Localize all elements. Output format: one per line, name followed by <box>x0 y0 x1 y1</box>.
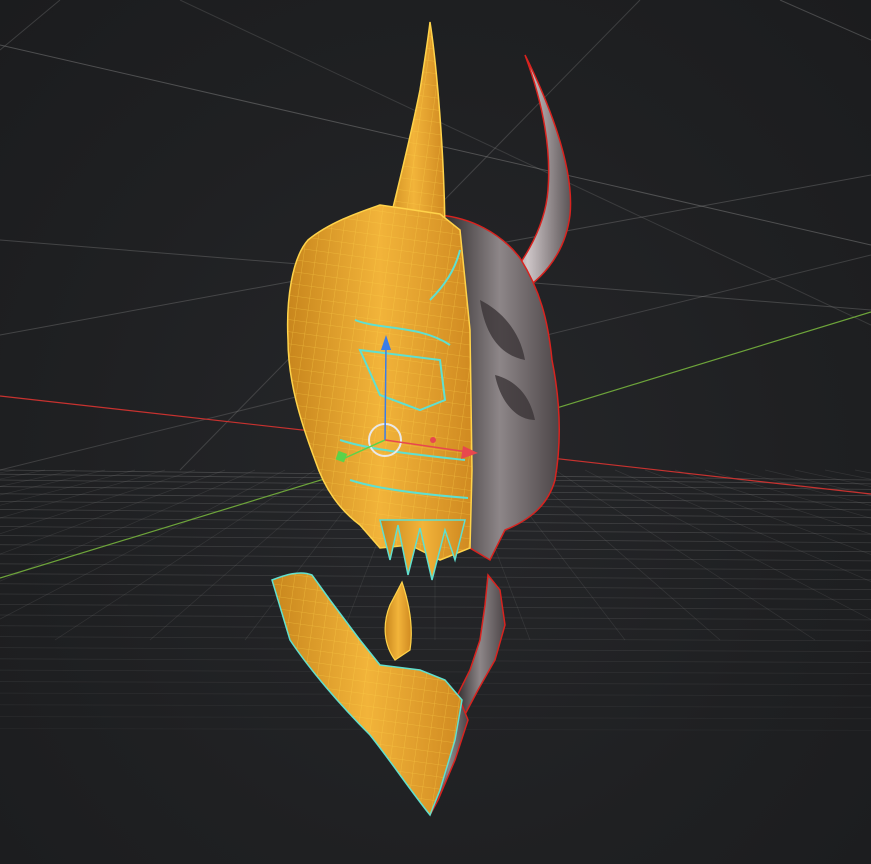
grid-line <box>779 0 871 41</box>
grid-line <box>0 469 16 474</box>
left-head-wire <box>287 205 472 560</box>
grid-line <box>0 583 871 590</box>
grid-line <box>0 614 871 621</box>
grid-line <box>0 0 61 51</box>
3d-viewport[interactable] <box>0 0 871 864</box>
grid-line <box>0 636 871 642</box>
grid-line <box>0 604 871 610</box>
gizmo-z-axis <box>384 344 387 441</box>
lower-fang[interactable] <box>384 580 412 661</box>
grid-line <box>554 469 816 641</box>
grid-line <box>0 573 871 581</box>
scene-canvas[interactable] <box>0 0 871 864</box>
grid-line <box>0 658 871 663</box>
grid-line <box>0 593 871 600</box>
grid-line <box>0 647 871 653</box>
gizmo-center[interactable] <box>430 437 436 443</box>
grid-line <box>524 469 721 641</box>
mask-left-half-selected[interactable] <box>271 21 473 817</box>
grid-line <box>0 625 871 631</box>
grid-line <box>0 669 871 674</box>
